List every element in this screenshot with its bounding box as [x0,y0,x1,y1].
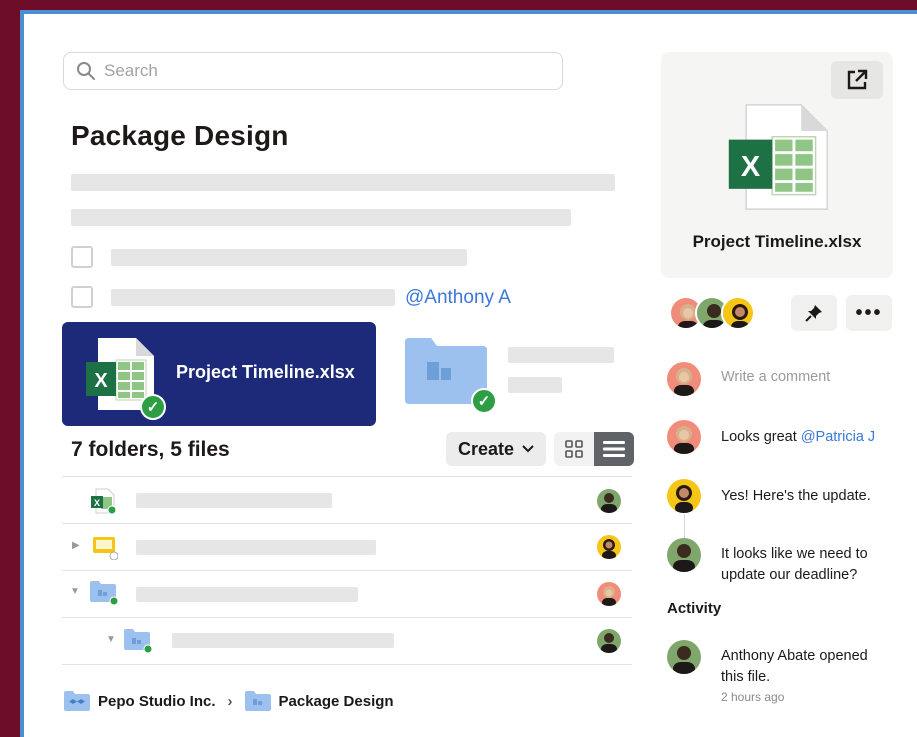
svg-text:X: X [741,151,761,183]
task-checkbox[interactable] [71,286,93,308]
description-placeholder-line [71,209,571,226]
comment-line: It looks like we need to [721,546,868,562]
synced-check-icon: ✓ [140,394,166,420]
row-divider [62,664,632,665]
breadcrumb: Pepo Studio Inc. › Package Design [64,690,394,712]
avatar [667,362,701,396]
synced-check-icon: ✓ [471,388,497,414]
search-bar[interactable] [63,52,563,90]
row-divider [62,570,632,571]
svg-text:X: X [94,498,100,508]
activity-line: this file. [721,669,771,685]
pin-icon [805,305,822,322]
open-external-button[interactable] [831,61,883,99]
search-input[interactable] [104,61,524,81]
more-options-button[interactable]: ••• [846,295,892,331]
grid-icon [565,440,583,458]
comment-text: It looks like we need to update our dead… [721,544,868,586]
row-divider [62,617,632,618]
file-preview-card[interactable]: X Project Timeline.xlsx [661,52,893,278]
comment-body: Looks great [721,429,801,445]
avatar[interactable] [597,629,621,653]
activity-timestamp: 2 hours ago [721,690,785,704]
row-divider [62,523,632,524]
comment-text: Yes! Here's the update. [721,488,871,504]
row-placeholder-text [136,587,358,602]
avatar[interactable] [597,582,621,606]
avatar[interactable] [597,489,621,513]
folder-placeholder-text [508,377,562,393]
excel-file-icon: X [91,488,116,514]
folder-placeholder-text [508,347,614,363]
breadcrumb-item[interactable]: Package Design [279,693,394,710]
row-placeholder-text [136,493,332,508]
list-icon [603,441,625,457]
avatar[interactable] [597,535,621,559]
svg-text:X: X [94,370,108,392]
folder-icon [124,629,152,654]
comment-line: update our deadline? [721,567,858,583]
avatar[interactable] [721,296,755,330]
thread-connector [684,514,685,538]
task-placeholder-text [111,289,395,306]
chevron-right-icon[interactable]: ▶ [72,540,80,551]
description-placeholder-line [71,174,615,191]
folder-icon [244,691,271,711]
app-window: Package Design @Anthony A X ✓ Project Ti… [24,14,917,737]
pin-button[interactable] [791,295,837,331]
page-title: Package Design [71,120,289,151]
activity-heading: Activity [667,600,722,617]
chevron-down-icon[interactable]: ▼ [106,634,116,645]
comment-mention[interactable]: @Patricia J [801,429,875,445]
avatar [667,479,701,513]
activity-text: Anthony Abate opened this file. [721,646,868,688]
item-count-label: 7 folders, 5 files [71,438,230,461]
create-button-label: Create [457,438,515,459]
row-placeholder-text [172,633,394,648]
slides-file-icon [93,537,118,560]
comment-text: Looks great @Patricia J [721,427,875,448]
featured-file-name: Project Timeline.xlsx [176,362,355,382]
avatar [667,420,701,454]
task-mention[interactable]: @Anthony A [405,287,511,309]
featured-file-card[interactable]: X ✓ Project Timeline.xlsx [62,322,376,426]
folder-icon [90,581,118,606]
chevron-down-icon [522,445,534,453]
grid-view-button[interactable] [554,432,594,466]
avatar [667,640,701,674]
excel-file-icon: X [728,104,828,210]
comment-input[interactable]: Write a comment [721,369,830,385]
breadcrumb-item[interactable]: Pepo Studio Inc. [98,693,216,710]
app-frame: Package Design @Anthony A X ✓ Project Ti… [20,10,917,737]
task-placeholder-text [111,249,467,266]
activity-line: Anthony Abate opened [721,648,868,664]
search-icon [77,62,95,80]
preview-file-name: Project Timeline.xlsx [692,232,862,251]
create-button[interactable]: Create [446,432,546,466]
row-placeholder-text [136,540,376,555]
task-checkbox[interactable] [71,246,93,268]
folder-tile[interactable]: ✓ [405,338,497,415]
row-divider [62,476,632,477]
avatar [667,538,701,572]
external-link-icon [847,69,868,90]
list-view-button[interactable] [594,432,634,466]
dropbox-folder-icon [64,691,90,711]
breadcrumb-separator: › [227,692,233,710]
chevron-down-icon[interactable]: ▼ [70,586,80,597]
